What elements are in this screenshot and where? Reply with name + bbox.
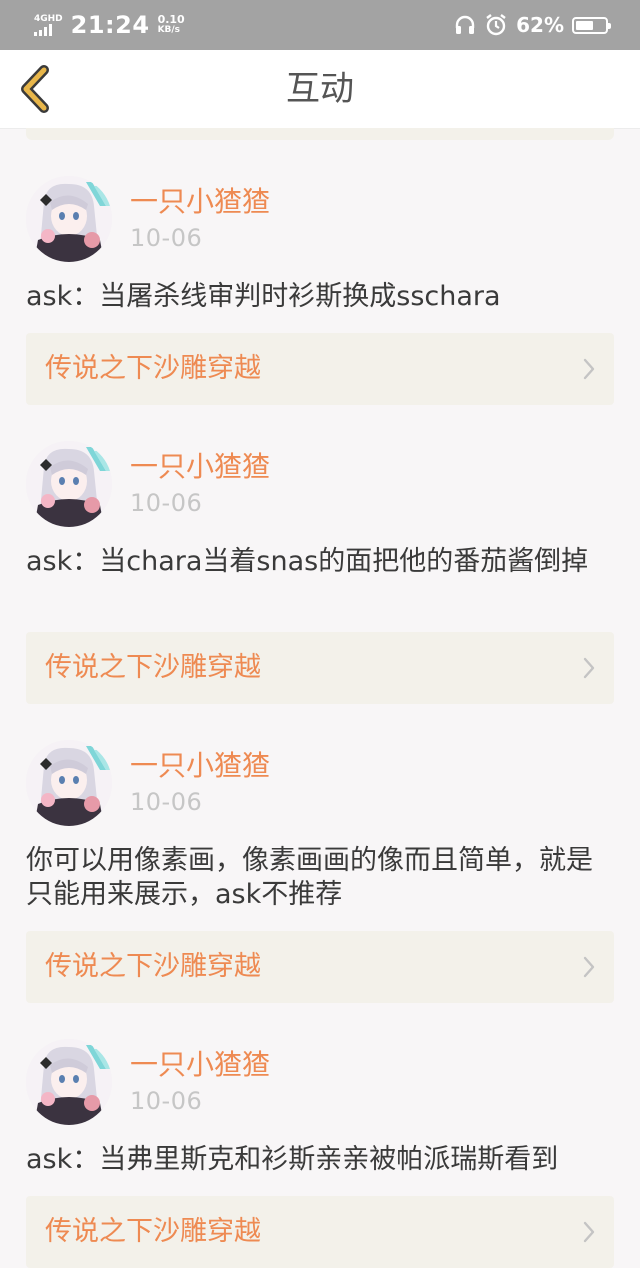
author-name[interactable]: 一只小猹猹 <box>130 744 270 784</box>
battery-fill <box>576 20 594 30</box>
topic-label: 传说之下沙雕穿越 <box>45 652 261 683</box>
nav-bar: 互动 <box>0 50 640 129</box>
signal-icon: 4GHD <box>34 14 63 36</box>
post-date: 10-06 <box>130 788 203 816</box>
battery-percent: 62% <box>516 13 564 37</box>
topic-label: 传说之下沙雕穿越 <box>45 1216 261 1247</box>
topic-card[interactable]: 传说之下沙雕穿越 <box>26 632 614 704</box>
avatar[interactable] <box>26 176 112 262</box>
speed-value: 0.10 <box>157 13 185 26</box>
chevron-right-icon <box>583 956 595 978</box>
chevron-right-icon <box>583 657 595 679</box>
post-text: ask：当弗里斯克和衫斯亲亲被帕派瑞斯看到 <box>26 1144 559 1175</box>
topic-label: 传说之下沙雕穿越 <box>45 951 261 982</box>
battery-icon <box>572 16 611 34</box>
avatar[interactable] <box>26 740 112 826</box>
author-name[interactable]: 一只小猹猹 <box>130 180 270 220</box>
network-speed: 0.10 KB/s <box>158 14 185 36</box>
alarm-icon <box>486 14 506 36</box>
clock: 21:24 <box>70 11 150 39</box>
post-date: 10-06 <box>130 489 203 517</box>
post-text: ask：当chara当着snas的面把他的番茄酱倒掉 <box>26 546 589 577</box>
network-type: 4GHD <box>34 14 63 24</box>
speed-unit: KB/s <box>157 25 181 35</box>
post-text: ask：当屠杀线审判时衫斯换成sschara <box>26 281 501 312</box>
page-title: 互动 <box>286 69 354 109</box>
post-date: 10-06 <box>130 1087 203 1115</box>
author-name[interactable]: 一只小猹猹 <box>130 445 270 485</box>
author-name[interactable]: 一只小猹猹 <box>130 1043 270 1083</box>
topic-label: 传说之下沙雕穿越 <box>45 353 261 384</box>
avatar[interactable] <box>26 1039 112 1125</box>
chevron-right-icon <box>583 1221 595 1243</box>
post-text: 你可以用像素画，像素画画的像而且简单，就是只能用来展示，ask不推荐 <box>26 845 593 910</box>
topic-card[interactable]: 传说之下沙雕穿越 <box>26 931 614 1003</box>
chevron-right-icon <box>583 358 595 380</box>
status-right: 62% <box>454 13 611 37</box>
status-left: 4GHD 21:24 0.10 KB/s <box>34 11 185 39</box>
avatar[interactable] <box>26 441 112 527</box>
topic-card[interactable]: 传说之下沙雕穿越 <box>26 1196 614 1268</box>
headphones-icon <box>455 15 475 34</box>
topic-card[interactable]: 传说之下沙雕穿越 <box>26 333 614 405</box>
previous-card-edge <box>26 128 614 140</box>
status-bar: 4GHD 21:24 0.10 KB/s 62% <box>0 0 640 50</box>
post-date: 10-06 <box>130 224 203 252</box>
